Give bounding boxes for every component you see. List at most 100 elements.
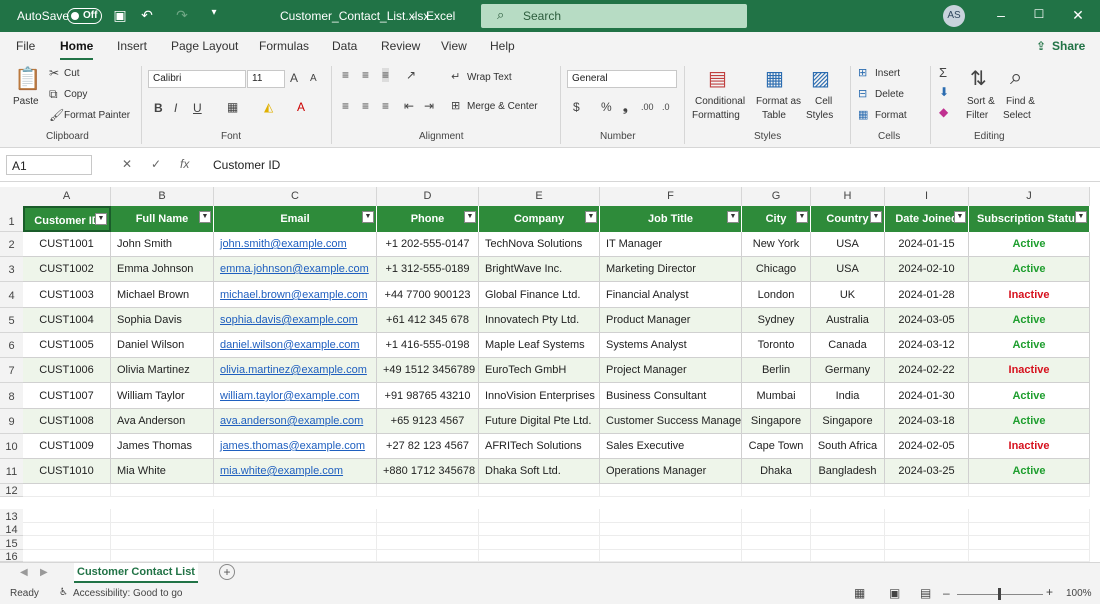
merge-center-icon[interactable]: ⊞ bbox=[451, 99, 460, 112]
cell-job-title[interactable]: Customer Success Manager bbox=[600, 409, 742, 434]
cell-city[interactable]: Chicago bbox=[742, 257, 811, 282]
paste-label[interactable]: Paste bbox=[13, 96, 39, 107]
cell-customer-id[interactable]: CUST1004 bbox=[23, 308, 111, 333]
prev-sheet-icon[interactable]: ◀ bbox=[20, 567, 28, 578]
zoom-slider-thumb[interactable] bbox=[998, 588, 1001, 600]
cell-email[interactable]: daniel.wilson@example.com bbox=[214, 333, 377, 358]
sort-filter-label-2[interactable]: Filter bbox=[966, 110, 988, 121]
cell-country[interactable]: Bangladesh bbox=[811, 459, 885, 484]
empty-cell[interactable] bbox=[377, 536, 479, 550]
cell-email[interactable]: michael.brown@example.com bbox=[214, 282, 377, 308]
cell-company[interactable]: Global Finance Ltd. bbox=[479, 282, 600, 308]
empty-cell[interactable] bbox=[742, 550, 811, 562]
row-header[interactable]: 6 bbox=[0, 333, 23, 358]
header-date-joined[interactable]: Date Joined ▼ bbox=[885, 206, 969, 232]
cell-company[interactable]: Future Digital Pte Ltd. bbox=[479, 409, 600, 434]
cell-styles-label-1[interactable]: Cell bbox=[815, 96, 832, 107]
empty-cell[interactable] bbox=[885, 509, 969, 523]
cell-phone[interactable]: +44 7700 900123 bbox=[377, 282, 479, 308]
font-name-select[interactable]: Calibri bbox=[148, 70, 246, 88]
column-header-e[interactable]: E bbox=[479, 187, 600, 206]
empty-cell[interactable] bbox=[23, 484, 111, 497]
cell-subscription-status[interactable]: Active bbox=[969, 333, 1090, 358]
empty-cell[interactable] bbox=[377, 522, 479, 536]
sort-filter-label-1[interactable]: Sort & bbox=[967, 96, 995, 107]
wrap-text-icon[interactable]: ↵ bbox=[451, 70, 460, 83]
empty-cell[interactable] bbox=[479, 522, 600, 536]
align-center-icon[interactable]: ≡ bbox=[362, 99, 369, 113]
tab-insert[interactable]: Insert bbox=[117, 39, 147, 53]
cell-date-joined[interactable]: 2024-03-05 bbox=[885, 308, 969, 333]
cell-phone[interactable]: +27 82 123 4567 bbox=[377, 434, 479, 459]
empty-cell[interactable] bbox=[600, 536, 742, 550]
column-header-f[interactable]: F bbox=[600, 187, 742, 206]
find-select-label-2[interactable]: Select bbox=[1003, 110, 1031, 121]
insert-function-icon[interactable]: fx bbox=[180, 157, 189, 171]
row-header[interactable]: 11 bbox=[0, 459, 23, 484]
header-city[interactable]: City ▼ bbox=[742, 206, 811, 232]
row-header[interactable]: 9 bbox=[0, 409, 23, 434]
empty-cell[interactable] bbox=[969, 522, 1090, 536]
cell-phone[interactable]: +91 98765 43210 bbox=[377, 383, 479, 409]
filter-dropdown-icon[interactable]: ▼ bbox=[796, 211, 808, 223]
italic-icon[interactable]: I bbox=[174, 101, 177, 115]
filter-dropdown-icon[interactable]: ▼ bbox=[727, 211, 739, 223]
format-as-table-icon[interactable]: ▦ bbox=[765, 66, 784, 91]
cell-subscription-status[interactable]: Inactive bbox=[969, 282, 1090, 308]
cell-date-joined[interactable]: 2024-01-30 bbox=[885, 383, 969, 409]
cell-email[interactable]: james.thomas@example.com bbox=[214, 434, 377, 459]
select-all-corner[interactable] bbox=[0, 187, 23, 206]
tab-data[interactable]: Data bbox=[332, 39, 357, 53]
minimize-icon[interactable]: – bbox=[991, 7, 1011, 23]
cell-customer-id[interactable]: CUST1001 bbox=[23, 232, 111, 257]
cell-styles-icon[interactable]: ▨ bbox=[811, 66, 830, 91]
row-header[interactable]: 10 bbox=[0, 434, 23, 459]
cell-date-joined[interactable]: 2024-01-28 bbox=[885, 282, 969, 308]
cell-job-title[interactable]: Business Consultant bbox=[600, 383, 742, 409]
bold-icon[interactable]: B bbox=[154, 101, 163, 115]
percent-icon[interactable]: % bbox=[601, 100, 612, 114]
increase-decimal-icon[interactable]: .00 bbox=[641, 102, 654, 112]
empty-cell[interactable] bbox=[969, 550, 1090, 562]
cut-icon[interactable]: ✂ bbox=[49, 66, 59, 80]
cell-company[interactable]: EuroTech GmbH bbox=[479, 358, 600, 383]
cell-customer-id[interactable]: CUST1007 bbox=[23, 383, 111, 409]
empty-cell[interactable] bbox=[742, 484, 811, 497]
delete-cells-icon[interactable]: ⊟ bbox=[858, 87, 867, 100]
cell-job-title[interactable]: Project Manager bbox=[600, 358, 742, 383]
cell-email[interactable]: ava.anderson@example.com bbox=[214, 409, 377, 434]
align-right-icon[interactable]: ≡ bbox=[382, 99, 389, 113]
decrease-decimal-icon[interactable]: .0 bbox=[662, 102, 670, 112]
header-full-name[interactable]: Full Name ▼ bbox=[111, 206, 214, 232]
cell-date-joined[interactable]: 2024-03-25 bbox=[885, 459, 969, 484]
page-break-view-icon[interactable]: ▤ bbox=[920, 586, 931, 600]
row-header[interactable]: 13 bbox=[0, 509, 23, 523]
save-icon[interactable]: ▣ bbox=[110, 7, 130, 24]
empty-cell[interactable] bbox=[479, 550, 600, 562]
underline-icon[interactable]: U bbox=[193, 101, 202, 115]
avatar[interactable]: AS bbox=[943, 5, 965, 27]
cell-full-name[interactable]: Olivia Martinez bbox=[111, 358, 214, 383]
cell-email[interactable]: emma.johnson@example.com bbox=[214, 257, 377, 282]
empty-cell[interactable] bbox=[969, 536, 1090, 550]
cell-phone[interactable]: +1 202-555-0147 bbox=[377, 232, 479, 257]
tab-review[interactable]: Review bbox=[381, 39, 420, 53]
column-header-d[interactable]: D bbox=[377, 187, 479, 206]
empty-cell[interactable] bbox=[377, 484, 479, 497]
customize-toolbar-icon[interactable]: ▾ bbox=[204, 7, 224, 18]
empty-cell[interactable] bbox=[214, 550, 377, 562]
column-header-h[interactable]: H bbox=[811, 187, 885, 206]
cell-city[interactable]: Cape Town bbox=[742, 434, 811, 459]
cell-full-name[interactable]: Daniel Wilson bbox=[111, 333, 214, 358]
cell-customer-id[interactable]: CUST1006 bbox=[23, 358, 111, 383]
header-subscription-status[interactable]: Subscription Status ▼ bbox=[969, 206, 1090, 232]
empty-cell[interactable] bbox=[23, 536, 111, 550]
merge-center-button[interactable]: Merge & Center bbox=[467, 101, 538, 112]
zoom-out-icon[interactable]: – bbox=[943, 586, 950, 600]
empty-cell[interactable] bbox=[885, 522, 969, 536]
cell-phone[interactable]: +1 416-555-0198 bbox=[377, 333, 479, 358]
empty-cell[interactable] bbox=[111, 522, 214, 536]
empty-cell[interactable] bbox=[23, 522, 111, 536]
cell-country[interactable]: Australia bbox=[811, 308, 885, 333]
currency-icon[interactable]: $ bbox=[573, 100, 580, 114]
